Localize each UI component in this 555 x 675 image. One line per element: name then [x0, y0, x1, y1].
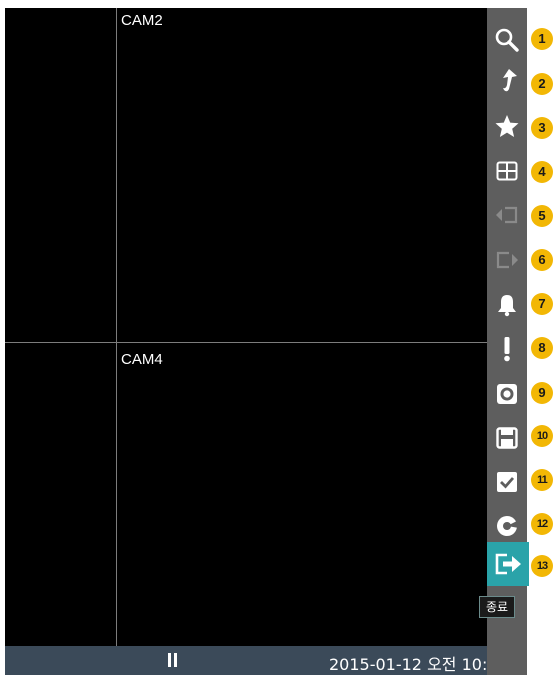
callout-badge: 9	[531, 382, 553, 404]
callout-badge: 6	[531, 249, 553, 271]
exit-icon	[495, 553, 521, 575]
callout-badge: 5	[531, 205, 553, 227]
pointer-button[interactable]	[487, 61, 527, 101]
star-icon	[495, 115, 519, 137]
alarm-button[interactable]	[487, 285, 527, 325]
exit-button[interactable]	[487, 542, 529, 586]
split-screen-button[interactable]	[487, 151, 527, 191]
search-icon	[495, 28, 519, 52]
favorite-button[interactable]	[487, 106, 527, 146]
grid-divider-horizontal	[5, 342, 487, 343]
callout-badge: 13	[531, 555, 553, 577]
callout-badge: 10	[531, 425, 553, 447]
camera-label: CAM4	[121, 351, 163, 368]
camera-label: CAM2	[121, 12, 163, 29]
bell-icon	[498, 295, 516, 317]
alert-icon	[504, 337, 510, 362]
status-bar: 2015-01-12 오전 10:4	[5, 646, 498, 675]
callout-badge: 7	[531, 293, 553, 315]
callout-badge: 8	[531, 337, 553, 359]
camera-view-grid: CAM2 CAM4 2015-01-12 오전 10:4	[5, 8, 498, 675]
callout-badge: 3	[531, 117, 553, 139]
callout-badge: 12	[531, 513, 553, 535]
alert-button[interactable]	[487, 329, 527, 369]
next-page-button[interactable]	[487, 240, 527, 280]
previous-page-button[interactable]	[487, 195, 527, 235]
callout-badge: 2	[531, 73, 553, 95]
next-page-icon	[496, 251, 518, 269]
camera-tile-4[interactable]: CAM4	[117, 343, 487, 646]
camera-tile-3[interactable]	[5, 343, 116, 646]
previous-page-icon	[496, 206, 518, 224]
checkbox-button[interactable]	[487, 462, 527, 502]
pointer-icon	[503, 69, 517, 92]
pause-icon[interactable]	[168, 653, 178, 667]
camera-tile-2[interactable]: CAM2	[117, 8, 487, 342]
camera-record-button[interactable]	[487, 374, 527, 414]
date-time-display: 2015-01-12 오전 10:4	[329, 655, 498, 674]
refresh-button[interactable]	[487, 506, 527, 546]
camera-tile-1[interactable]	[5, 8, 116, 342]
save-icon	[496, 427, 518, 449]
callout-badge: 11	[531, 469, 553, 491]
split-screen-icon	[496, 161, 518, 181]
checkbox-icon	[497, 472, 517, 492]
refresh-icon	[497, 516, 519, 536]
callout-badge: 4	[531, 161, 553, 183]
camera-record-icon	[497, 384, 517, 404]
search-button[interactable]	[487, 20, 527, 60]
exit-tooltip: 종료	[479, 596, 515, 618]
save-button[interactable]	[487, 418, 527, 458]
side-toolbar	[487, 8, 529, 675]
callout-badge: 1	[531, 28, 553, 50]
